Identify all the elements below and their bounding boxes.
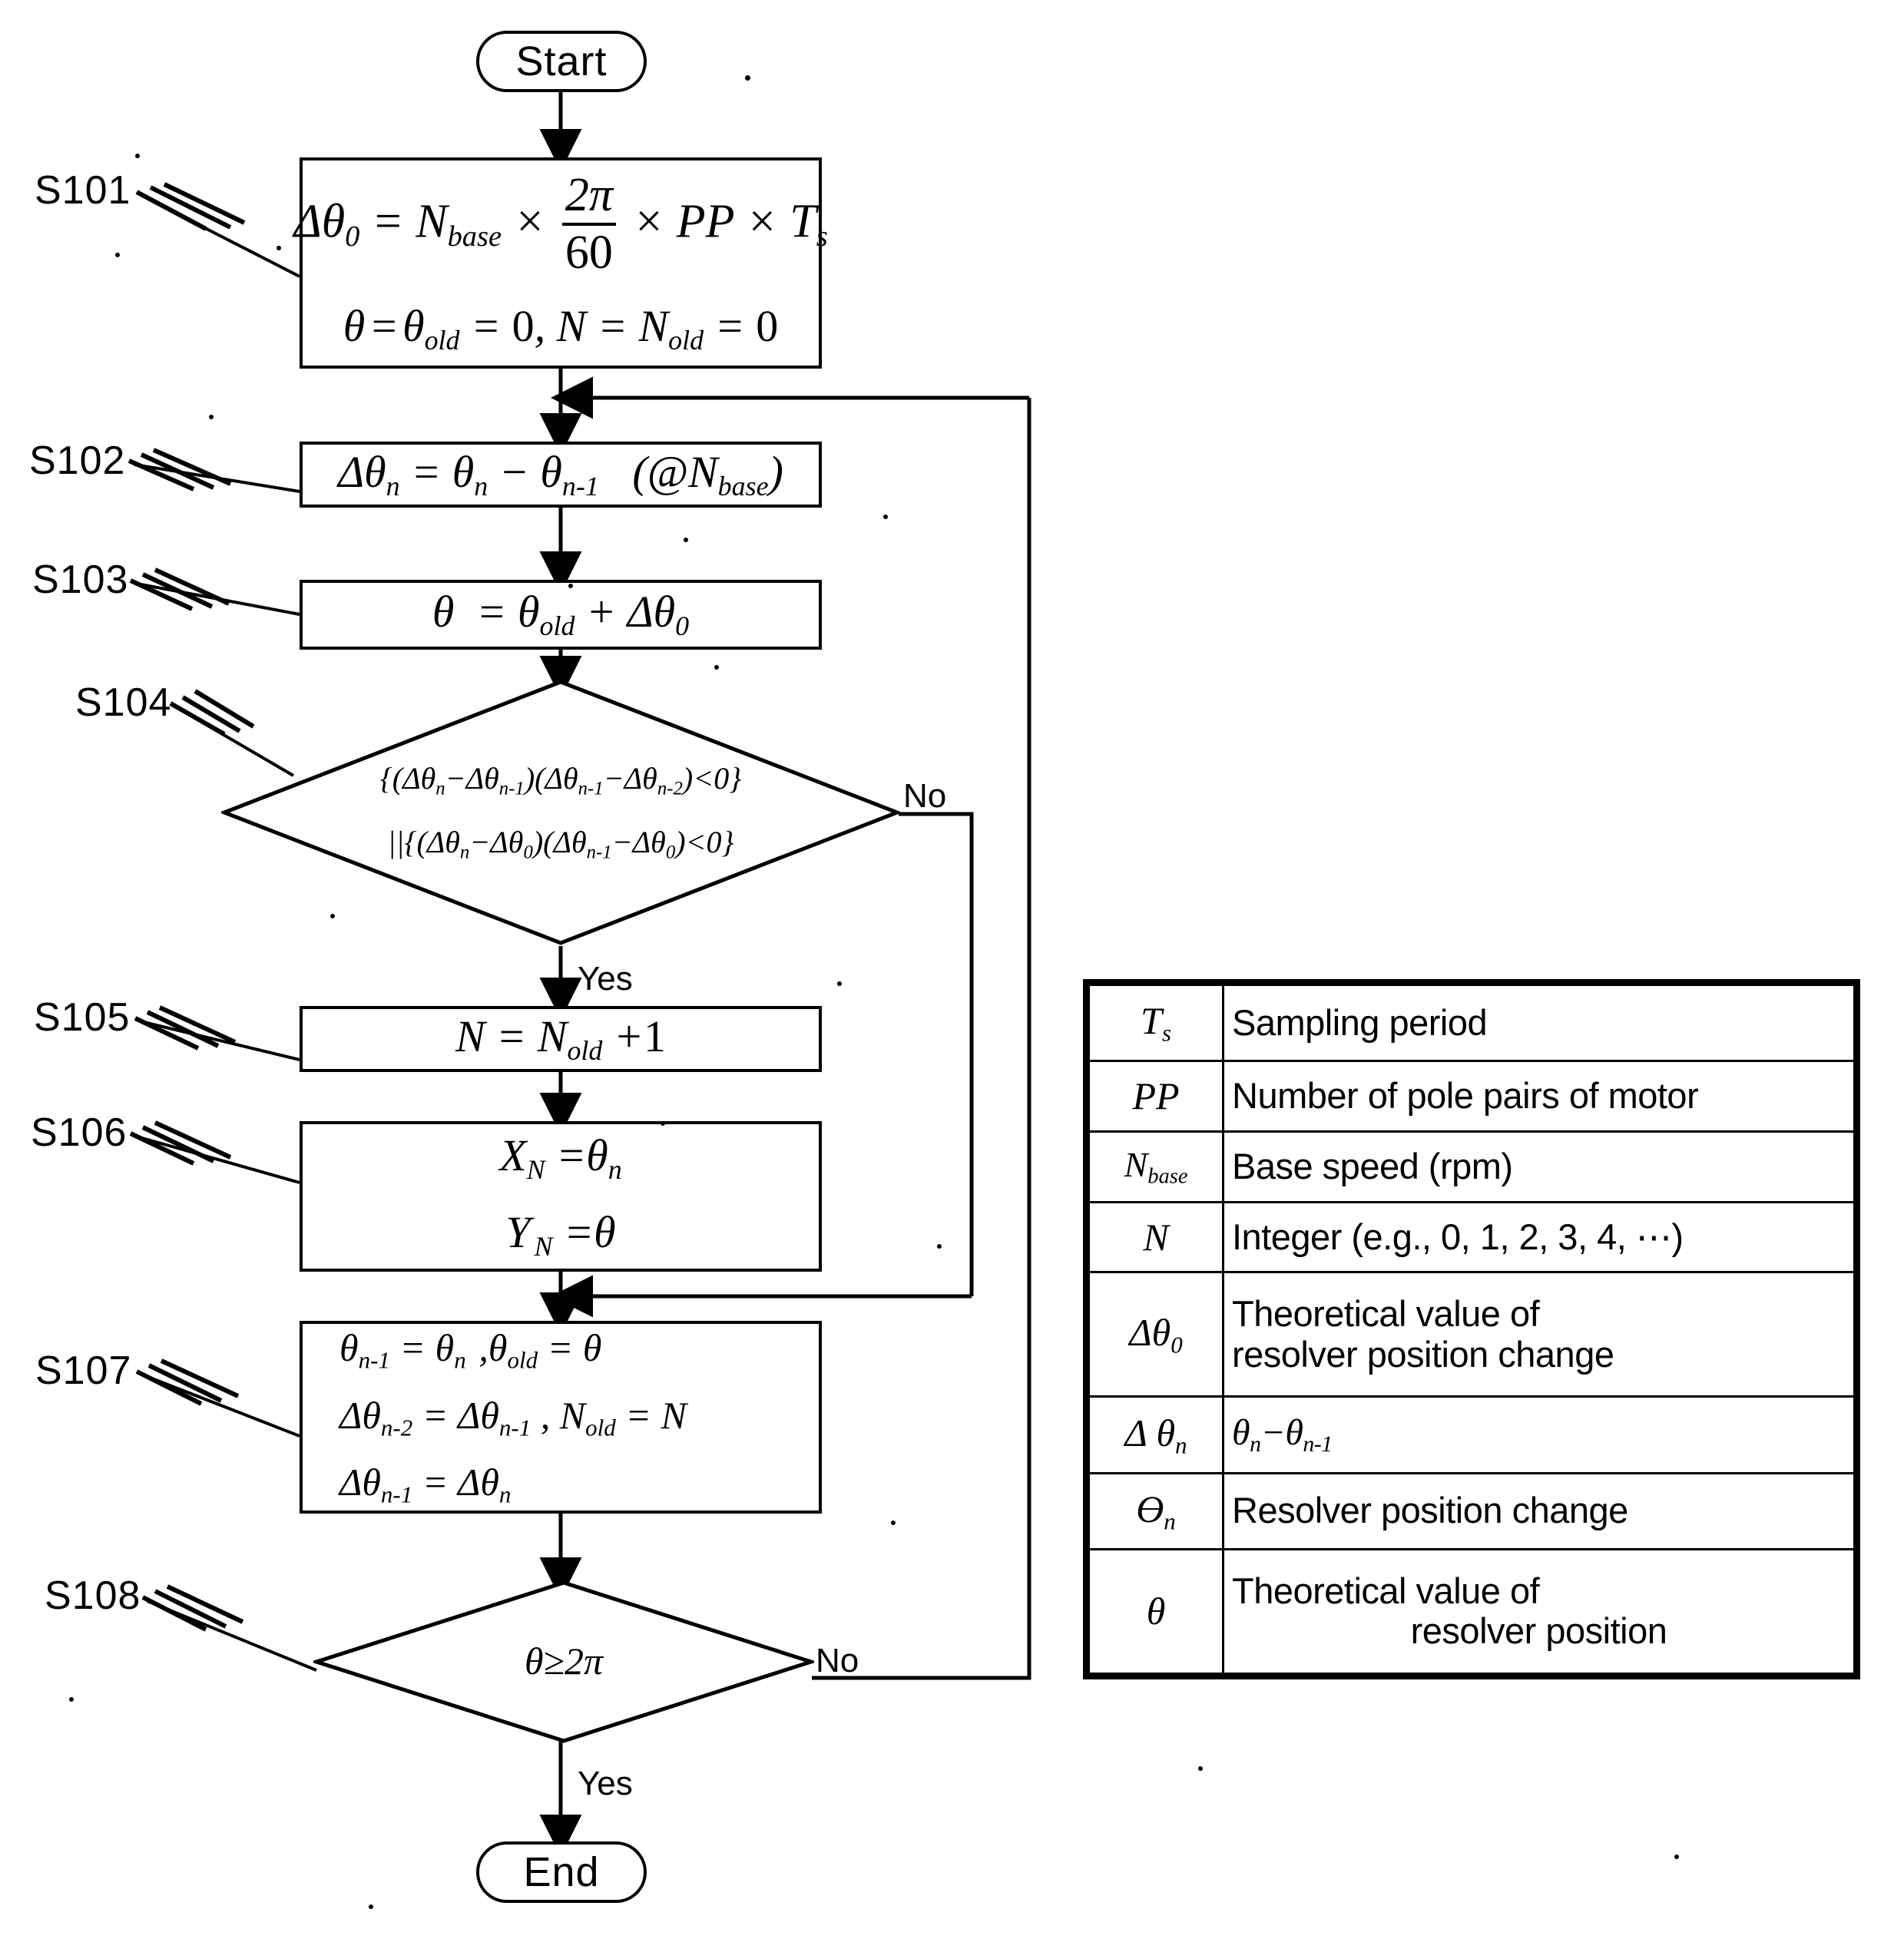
scan-speckle bbox=[135, 154, 140, 158]
process-box-s103: θ = θold + Δθ0 bbox=[300, 580, 822, 650]
s104-branch-yes-label: Yes bbox=[578, 960, 633, 998]
table-row: N Integer (e.g., 0, 1, 2, 3, 4, ⋯) bbox=[1088, 1200, 1856, 1274]
terminator-end: End bbox=[476, 1841, 647, 1903]
process-box-s105: N = Nold +1 bbox=[300, 1006, 822, 1072]
step-id-s104: S104 bbox=[75, 680, 172, 725]
legend-desc-nbase: Base speed (rpm) bbox=[1222, 1130, 1856, 1203]
table-row: PP Number of pole pairs of motor bbox=[1088, 1060, 1856, 1133]
step-id-s108: S108 bbox=[45, 1573, 141, 1618]
scan-speckle bbox=[209, 415, 214, 419]
scan-speckle bbox=[69, 1697, 74, 1702]
legend-desc-theta-line2: resolver position bbox=[1410, 1610, 1667, 1652]
scan-speckle bbox=[115, 253, 120, 257]
s101-formula-1: Δθ0 = Nbase × 2π 60 × PP × Ts bbox=[293, 169, 827, 283]
s101-formula-2: θ = θold = 0, N = Nold = 0 bbox=[343, 300, 779, 356]
terminator-start: Start bbox=[476, 31, 647, 92]
legend-symbol-nbase: Nbase bbox=[1088, 1130, 1224, 1203]
s106-formula-2: Y N =θ bbox=[505, 1207, 616, 1262]
legend-desc-dtheta0-line1: Theoretical value of bbox=[1232, 1293, 1540, 1335]
scan-speckle bbox=[276, 246, 281, 250]
scan-speckle bbox=[837, 981, 842, 986]
table-row: Nbase Base speed (rpm) bbox=[1088, 1130, 1856, 1203]
legend-symbol-ts: Ts bbox=[1088, 983, 1224, 1063]
s103-formula-1: θ = θold + Δθ0 bbox=[432, 587, 690, 642]
scan-speckle bbox=[1674, 1855, 1679, 1859]
legend-desc-theta: Theoretical value of resolver position bbox=[1222, 1547, 1856, 1676]
table-row: θ Theoretical value of resolver position bbox=[1088, 1547, 1856, 1676]
decision-diamond-s108: θ≥2π bbox=[310, 1580, 818, 1743]
step-id-s103: S103 bbox=[32, 558, 129, 602]
s108-condition-line-1: θ≥2π bbox=[524, 1640, 604, 1683]
scan-speckle bbox=[661, 1121, 665, 1126]
figure-canvas: Start End S101 S102 S103 S104 S105 S106 … bbox=[0, 0, 1904, 1939]
legend-table-grid: Ts Sampling period PP Number of pole pai… bbox=[1088, 983, 1856, 1676]
process-box-s107: θn-1 = θn ,θold = θ Δθn-2 = Δθn-1 , Nold… bbox=[300, 1321, 822, 1514]
step-id-s101: S101 bbox=[35, 168, 131, 213]
step-id-s102: S102 bbox=[29, 438, 126, 483]
s102-formula-1: Δθn = θn − θn-1 (@Nbase) bbox=[338, 446, 783, 501]
legend-desc-dthetan: θn−θn-1 bbox=[1222, 1395, 1856, 1474]
legend-symbol-theta: θ bbox=[1088, 1547, 1224, 1676]
legend-symbol-pp: PP bbox=[1088, 1060, 1224, 1133]
process-box-s106: XN =θn Y N =θ bbox=[300, 1121, 822, 1272]
s104-branch-no-label: No bbox=[903, 777, 947, 815]
s106-formula-1: XN =θn bbox=[499, 1130, 622, 1185]
scan-speckle bbox=[883, 515, 888, 519]
legend-desc-ts: Sampling period bbox=[1222, 983, 1856, 1063]
s108-branch-yes-label: Yes bbox=[578, 1765, 633, 1802]
step-id-s105: S105 bbox=[34, 995, 131, 1040]
scan-speckle bbox=[369, 1904, 373, 1909]
table-row: Δθ0 Theoretical value of resolver positi… bbox=[1088, 1271, 1856, 1398]
table-row: ϴn Resolver position change bbox=[1088, 1471, 1856, 1550]
legend-table: Ts Sampling period PP Number of pole pai… bbox=[1083, 979, 1860, 1679]
legend-desc-pp: Number of pole pairs of motor bbox=[1222, 1060, 1856, 1133]
legend-desc-bigthetan: Resolver position change bbox=[1222, 1471, 1856, 1550]
s104-condition: {(Δθn−Δθn-1)(Δθn-1−Δθn-2)<0} ||{(Δθn−Δθ0… bbox=[221, 679, 900, 946]
process-box-s101: Δθ0 = Nbase × 2π 60 × PP × Ts θ = θold = … bbox=[293, 157, 828, 369]
scan-speckle bbox=[937, 1244, 942, 1249]
legend-symbol-dthetan: Δ θn bbox=[1088, 1395, 1224, 1474]
terminator-end-label: End bbox=[523, 1849, 600, 1895]
legend-desc-dtheta0: Theoretical value of resolver position c… bbox=[1222, 1271, 1856, 1398]
s108-branch-no-label: No bbox=[816, 1642, 859, 1679]
table-row: Δ θn θn−θn-1 bbox=[1088, 1395, 1856, 1474]
scan-speckle bbox=[684, 538, 688, 542]
s108-condition: θ≥2π bbox=[313, 1580, 814, 1743]
scan-speckle bbox=[714, 665, 719, 670]
legend-symbol-dtheta0: Δθ0 bbox=[1088, 1271, 1224, 1398]
scan-speckle bbox=[330, 914, 335, 918]
s107-formula-3: Δθn-1 = Δθn bbox=[339, 1461, 512, 1508]
legend-symbol-bigthetan: ϴn bbox=[1088, 1471, 1224, 1550]
legend-desc-n: Integer (e.g., 0, 1, 2, 3, 4, ⋯) bbox=[1222, 1200, 1856, 1274]
legend-desc-dtheta0-line2: resolver position change bbox=[1232, 1333, 1614, 1375]
legend-symbol-n: N bbox=[1088, 1200, 1224, 1274]
scan-speckle bbox=[568, 584, 573, 588]
step-id-s106: S106 bbox=[31, 1110, 127, 1155]
terminator-start-label: Start bbox=[515, 38, 608, 84]
legend-desc-theta-line1: Theoretical value of bbox=[1232, 1570, 1540, 1611]
s105-formula-1: N = Nold +1 bbox=[455, 1011, 667, 1066]
scan-speckle bbox=[745, 75, 750, 81]
s107-formula-1: θn-1 = θn ,θold = θ bbox=[339, 1325, 602, 1373]
table-row: Ts Sampling period bbox=[1088, 983, 1856, 1063]
step-id-s107: S107 bbox=[35, 1348, 132, 1393]
process-box-s102: Δθn = θn − θn-1 (@Nbase) bbox=[300, 442, 822, 508]
s107-formula-2: Δθn-2 = Δθn-1 , Nold = N bbox=[339, 1393, 687, 1441]
scan-speckle bbox=[1198, 1766, 1203, 1771]
scan-speckle bbox=[891, 1520, 896, 1525]
decision-diamond-s104: {(Δθn−Δθn-1)(Δθn-1−Δθn-2)<0} ||{(Δθn−Δθ0… bbox=[219, 679, 902, 946]
s104-condition-line-1: {(Δθn−Δθn-1)(Δθn-1−Δθn-2)<0} bbox=[379, 761, 742, 799]
s104-condition-line-2: ||{(Δθn−Δθ0)(Δθn-1−Δθ0)<0} bbox=[387, 825, 734, 863]
